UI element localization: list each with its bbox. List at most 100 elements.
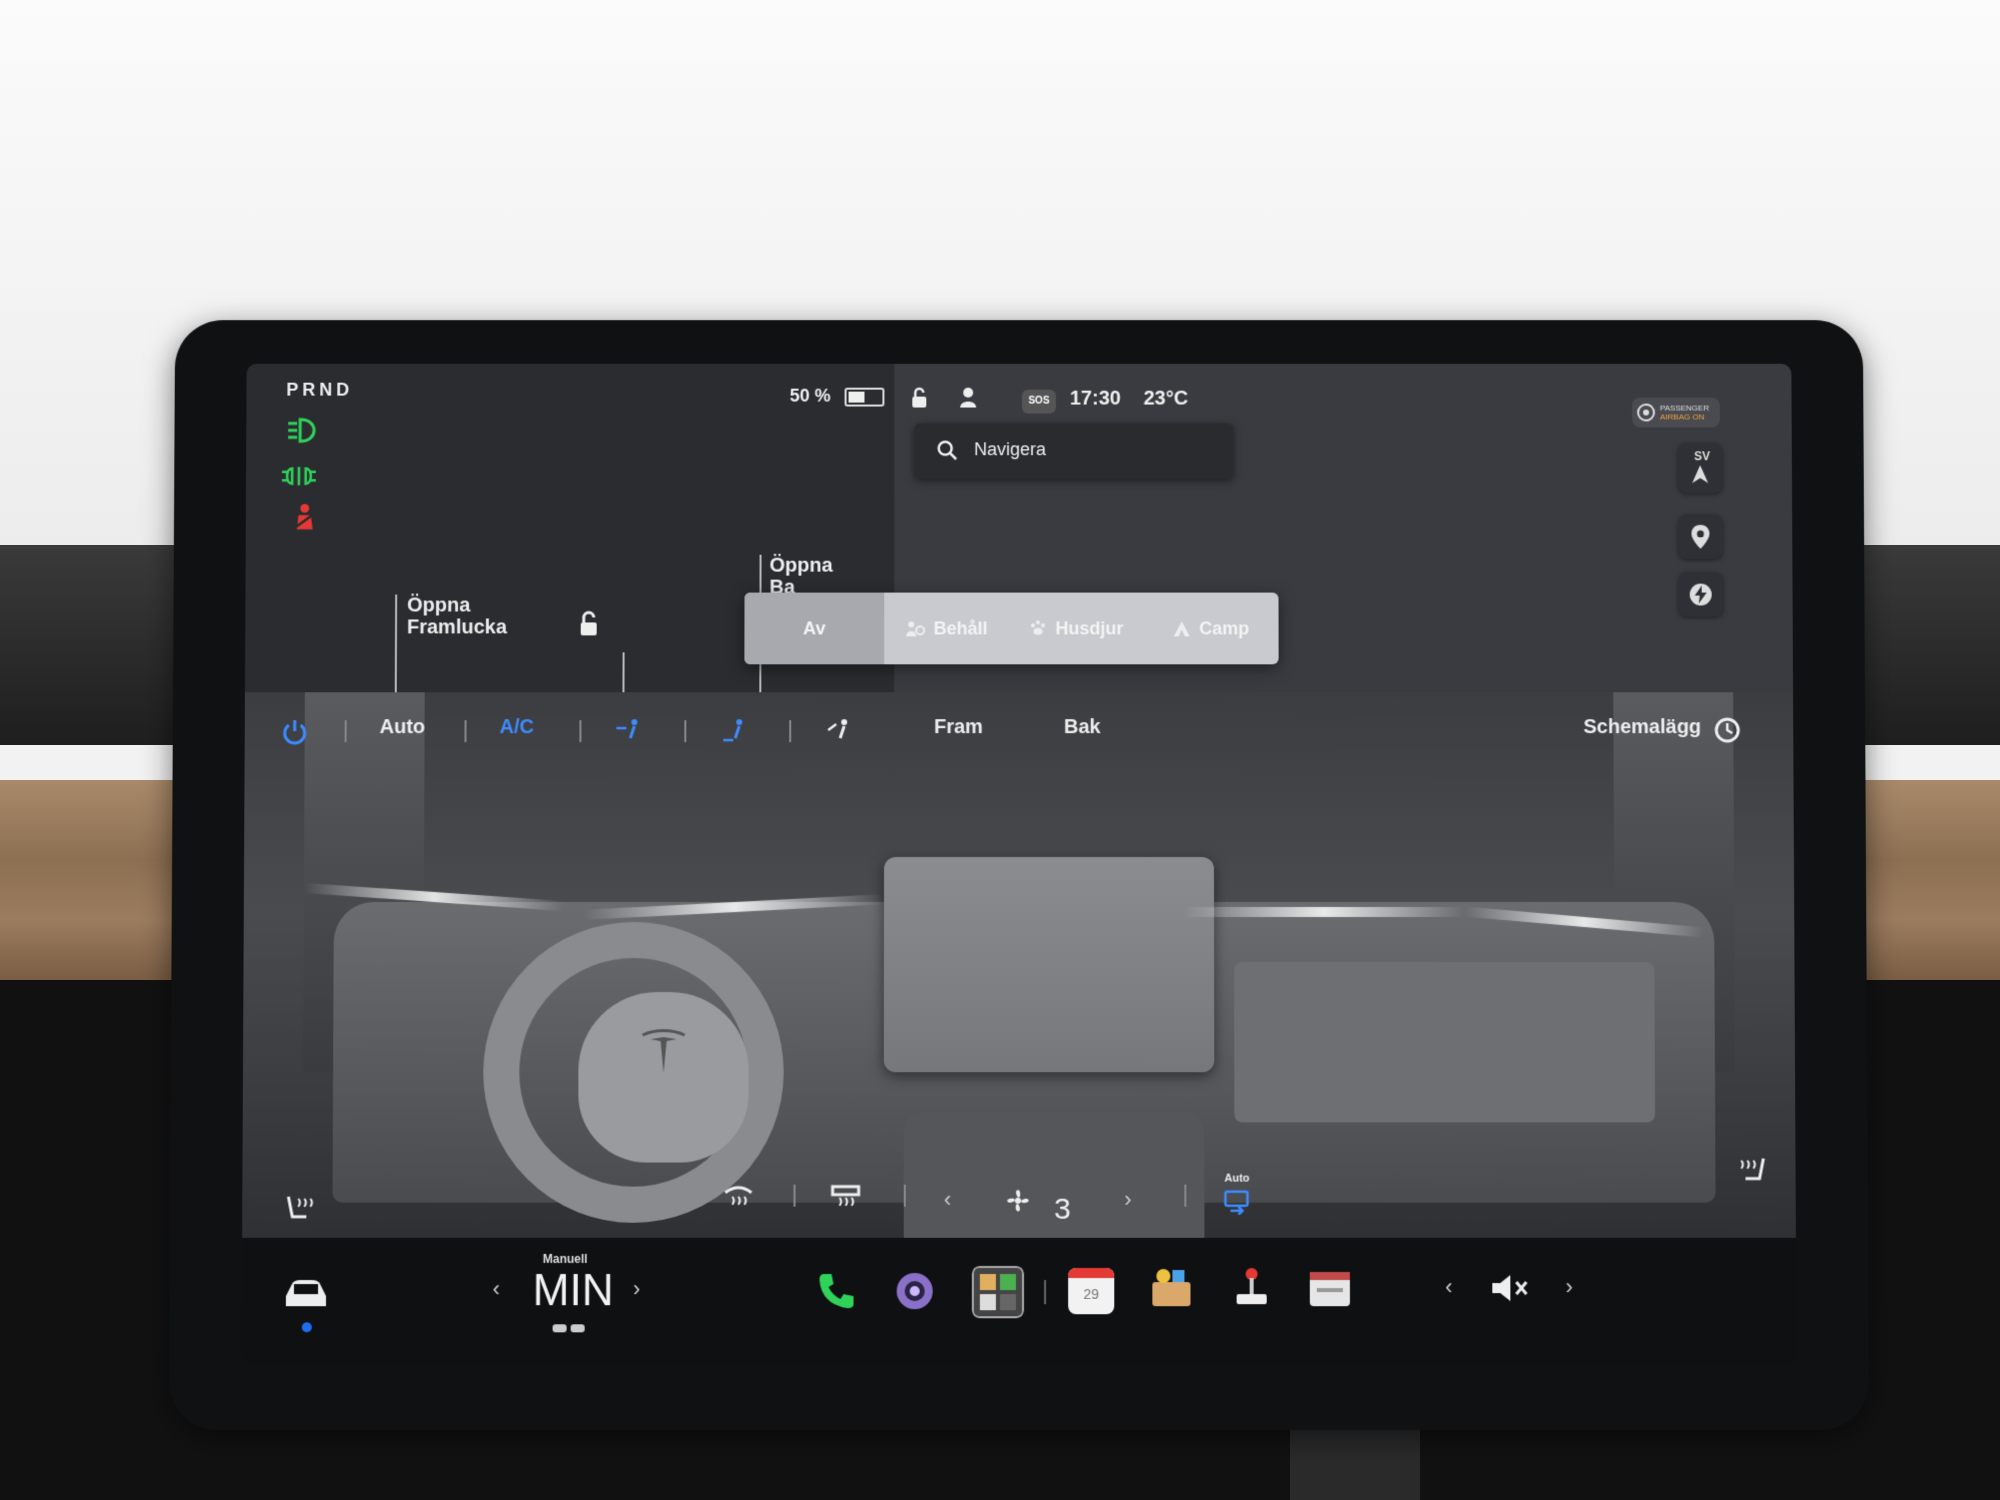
temp-mode-label: Manuell (542, 1251, 588, 1266)
lightning-icon (1689, 583, 1712, 606)
navigation-search[interactable]: Navigera (914, 423, 1234, 480)
mode-off-button[interactable]: Av (744, 592, 885, 665)
seatbelt-warning-icon (288, 503, 322, 533)
separator (903, 1184, 906, 1207)
lock-status-icon[interactable] (908, 386, 930, 410)
passenger-seat-heat-icon[interactable] (1735, 1154, 1769, 1188)
car-icon[interactable] (282, 1276, 330, 1310)
lock-pointer-line (622, 652, 625, 693)
separator (684, 720, 687, 743)
front-defrost-icon[interactable] (829, 1183, 863, 1213)
outside-temperature: 23°C (1143, 387, 1189, 410)
bottom-dock: ‹ Manuell MIN › 29 ‹ › (241, 1237, 1797, 1364)
driver-profile-icon[interactable] (958, 386, 982, 410)
mode-pet-button[interactable]: Husdjur (1009, 593, 1144, 665)
fan-increase-button[interactable]: › (1124, 1187, 1131, 1213)
calendar-icon[interactable]: 29 (1068, 1267, 1115, 1315)
open-frunk-label: Öppna Framlucka (406, 594, 507, 639)
dashcam-viewer-icon[interactable] (1307, 1266, 1353, 1312)
recirculation-icon[interactable] (1222, 1189, 1250, 1215)
glovebox (1234, 962, 1656, 1123)
airflow-face-icon[interactable] (614, 716, 644, 746)
clock-icon[interactable] (1713, 716, 1741, 744)
climate-vent-icon (552, 1324, 585, 1333)
ac-button[interactable]: A/C (499, 716, 533, 739)
touchscreen-bezel: PRND 50 % Öppna Framlucka Öppna Ba SOS 1… (168, 320, 1870, 1430)
arcade-joystick-icon[interactable] (1229, 1264, 1275, 1310)
volume-down-button[interactable]: ‹ (1445, 1274, 1452, 1300)
airflow-center-right (1184, 907, 1465, 918)
rear-defrost-icon[interactable] (721, 1183, 755, 1213)
climate-auto-button[interactable]: Auto (380, 716, 426, 739)
clock: 17:30 (1069, 387, 1121, 410)
compass-heading: SV (1694, 449, 1711, 464)
climate-toolbar: Auto A/C Fram Bak Schemalägg (245, 692, 1794, 772)
calendar-day: 29 (1083, 1286, 1100, 1303)
fog-light-icon (282, 461, 316, 491)
separator (789, 720, 792, 743)
search-icon (936, 439, 958, 461)
airbag-line1: PASSENGER (1659, 403, 1710, 413)
temp-decrease-button[interactable]: ‹ (492, 1276, 499, 1302)
rear-climate-tab[interactable]: Bak (1064, 716, 1101, 739)
mode-camp-label: Camp (1199, 617, 1250, 638)
app-launcher-icon[interactable] (972, 1266, 1024, 1318)
passenger-airbag-indicator: PASSENGER AIRBAG ON (1632, 397, 1720, 428)
charger-button[interactable] (1678, 572, 1723, 617)
tent-icon (1174, 621, 1191, 637)
mode-off-label: Av (803, 617, 826, 638)
airflow-windshield-icon[interactable] (824, 716, 854, 746)
tesla-logo-icon (638, 1027, 688, 1074)
mode-pet-label: Husdjur (1055, 617, 1124, 638)
cabin-temperature[interactable]: MIN (533, 1266, 614, 1316)
fan-person-icon (906, 621, 926, 638)
driver-seat-heat-icon[interactable] (282, 1193, 316, 1227)
separator (793, 1184, 796, 1207)
airflow-feet-icon[interactable] (719, 716, 749, 746)
pin-icon (1691, 524, 1710, 549)
compass-button[interactable]: SV (1678, 443, 1723, 494)
touchscreen: PRND 50 % Öppna Framlucka Öppna Ba SOS 1… (241, 363, 1797, 1364)
battery-icon (844, 387, 885, 407)
sos-button[interactable]: SOS (1021, 389, 1056, 414)
volume-muted-icon[interactable] (1490, 1272, 1530, 1304)
toybox-icon[interactable] (1148, 1264, 1194, 1310)
interior-center-screen (883, 857, 1215, 1073)
paw-icon (1031, 620, 1046, 635)
fan-speed: 3 (1054, 1192, 1071, 1226)
frunk-pointer-line (394, 612, 398, 693)
temp-increase-button[interactable]: › (633, 1276, 640, 1302)
airbag-line2: AIRBAG ON (1660, 412, 1705, 422)
separator (579, 720, 582, 743)
power-icon[interactable] (281, 718, 309, 746)
mode-camp-button[interactable]: Camp (1144, 593, 1279, 665)
separator (464, 720, 467, 743)
notification-dot (301, 1322, 312, 1333)
volume-up-button[interactable]: › (1565, 1274, 1572, 1300)
low-beam-icon (286, 415, 320, 445)
open-trunk-label-line1: Öppna (769, 554, 833, 577)
separator (1184, 1184, 1187, 1207)
battery-percent: 50 % (789, 385, 831, 406)
front-climate-tab[interactable]: Fram (934, 716, 983, 739)
schedule-button[interactable]: Schemalägg (1583, 716, 1701, 739)
separator (1044, 1280, 1047, 1305)
phone-icon[interactable] (813, 1268, 859, 1314)
mode-keep-button[interactable]: Behåll (884, 593, 1009, 665)
fan-decrease-button[interactable]: ‹ (944, 1187, 951, 1213)
steering-wheel-hub (578, 992, 749, 1163)
open-frunk-button[interactable]: Öppna Framlucka (394, 594, 517, 639)
climate-mode-selector: Av Behåll Husdjur Camp (744, 592, 1279, 665)
camera-app-icon[interactable] (892, 1268, 938, 1314)
unlock-icon[interactable] (575, 611, 603, 639)
pin-button[interactable] (1678, 514, 1723, 559)
gear-indicator: PRND (286, 379, 354, 400)
recirc-auto-label: Auto (1224, 1172, 1250, 1185)
fan-icon (1007, 1189, 1029, 1212)
mode-keep-label: Behåll (933, 617, 988, 638)
search-input[interactable]: Navigera (974, 439, 1046, 460)
airbag-icon (1636, 403, 1656, 423)
climate-panel: Auto A/C Fram Bak Schemalägg ‹ 3 › Auto (242, 692, 1796, 1238)
separator (344, 720, 347, 743)
navigation-arrow-icon (1692, 465, 1709, 484)
